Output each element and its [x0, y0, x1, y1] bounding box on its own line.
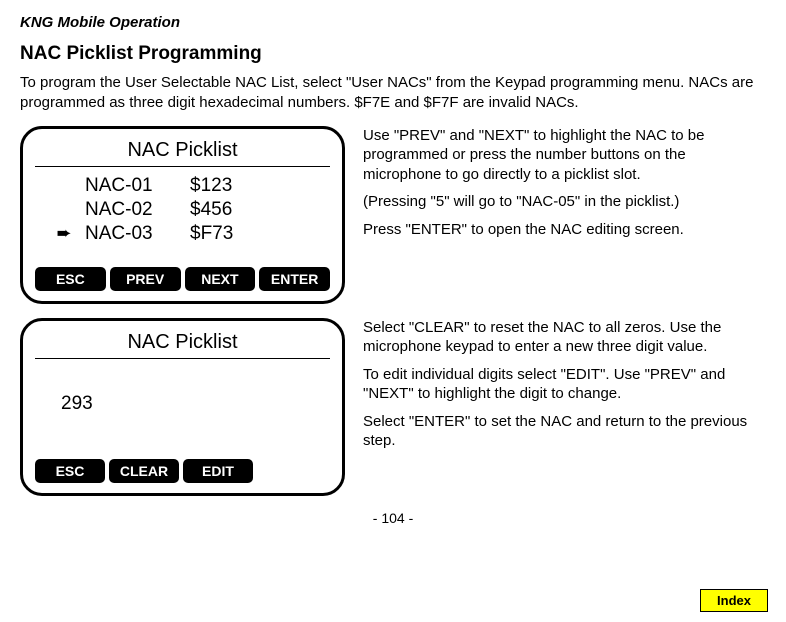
side1-p2: (Pressing "5" will go to "NAC-05" in the…: [363, 192, 766, 212]
screen1-title: NAC Picklist: [35, 139, 330, 167]
section-title: NAC Picklist Programming: [20, 43, 766, 65]
nac-value: $456: [190, 199, 260, 221]
intro-paragraph: To program the User Selectable NAC List,…: [20, 73, 766, 114]
page-header: KNG Mobile Operation: [20, 14, 766, 31]
screen-row-1: NAC Picklist NAC-01 $123 NAC-02 $456 ➨ N…: [20, 126, 766, 304]
side-text-1: Use "PREV" and "NEXT" to highlight the N…: [363, 126, 766, 304]
enter-button[interactable]: ENTER: [259, 267, 330, 291]
screen-box-2: NAC Picklist 293 ESC CLEAR EDIT: [20, 318, 345, 496]
esc-button[interactable]: ESC: [35, 267, 106, 291]
screen-box-1: NAC Picklist NAC-01 $123 NAC-02 $456 ➨ N…: [20, 126, 345, 304]
screen2-value: 293: [61, 393, 93, 414]
index-tab[interactable]: Index: [700, 589, 768, 612]
side1-p1: Use "PREV" and "NEXT" to highlight the N…: [363, 126, 766, 185]
screen1-buttons: ESC PREV NEXT ENTER: [35, 263, 330, 291]
list-item: ➨ NAC-03 $F73: [53, 223, 330, 245]
screen2-title: NAC Picklist: [35, 331, 330, 359]
screen1-body: NAC-01 $123 NAC-02 $456 ➨ NAC-03 $F73: [35, 173, 330, 263]
prev-button[interactable]: PREV: [110, 267, 181, 291]
clear-button[interactable]: CLEAR: [109, 459, 179, 483]
page-number: - 104 -: [20, 510, 766, 526]
nac-label: NAC-03: [85, 223, 180, 245]
screen2-body: 293: [35, 365, 330, 455]
side2-p1: Select "CLEAR" to reset the NAC to all z…: [363, 318, 766, 357]
screen2-buttons: ESC CLEAR EDIT: [35, 455, 330, 483]
list-item: NAC-02 $456: [53, 199, 330, 221]
side1-p3: Press "ENTER" to open the NAC editing sc…: [363, 220, 766, 240]
arrow-icon: ➨: [53, 223, 75, 244]
screen-row-2: NAC Picklist 293 ESC CLEAR EDIT Select "…: [20, 318, 766, 496]
nac-value: $123: [190, 175, 260, 197]
nac-label: NAC-01: [85, 175, 180, 197]
esc-button[interactable]: ESC: [35, 459, 105, 483]
side-text-2: Select "CLEAR" to reset the NAC to all z…: [363, 318, 766, 496]
nac-value: $F73: [190, 223, 260, 245]
nac-label: NAC-02: [85, 199, 180, 221]
list-item: NAC-01 $123: [53, 175, 330, 197]
next-button[interactable]: NEXT: [185, 267, 256, 291]
side2-p3: Select "ENTER" to set the NAC and return…: [363, 412, 766, 451]
edit-button[interactable]: EDIT: [183, 459, 253, 483]
side2-p2: To edit individual digits select "EDIT".…: [363, 365, 766, 404]
